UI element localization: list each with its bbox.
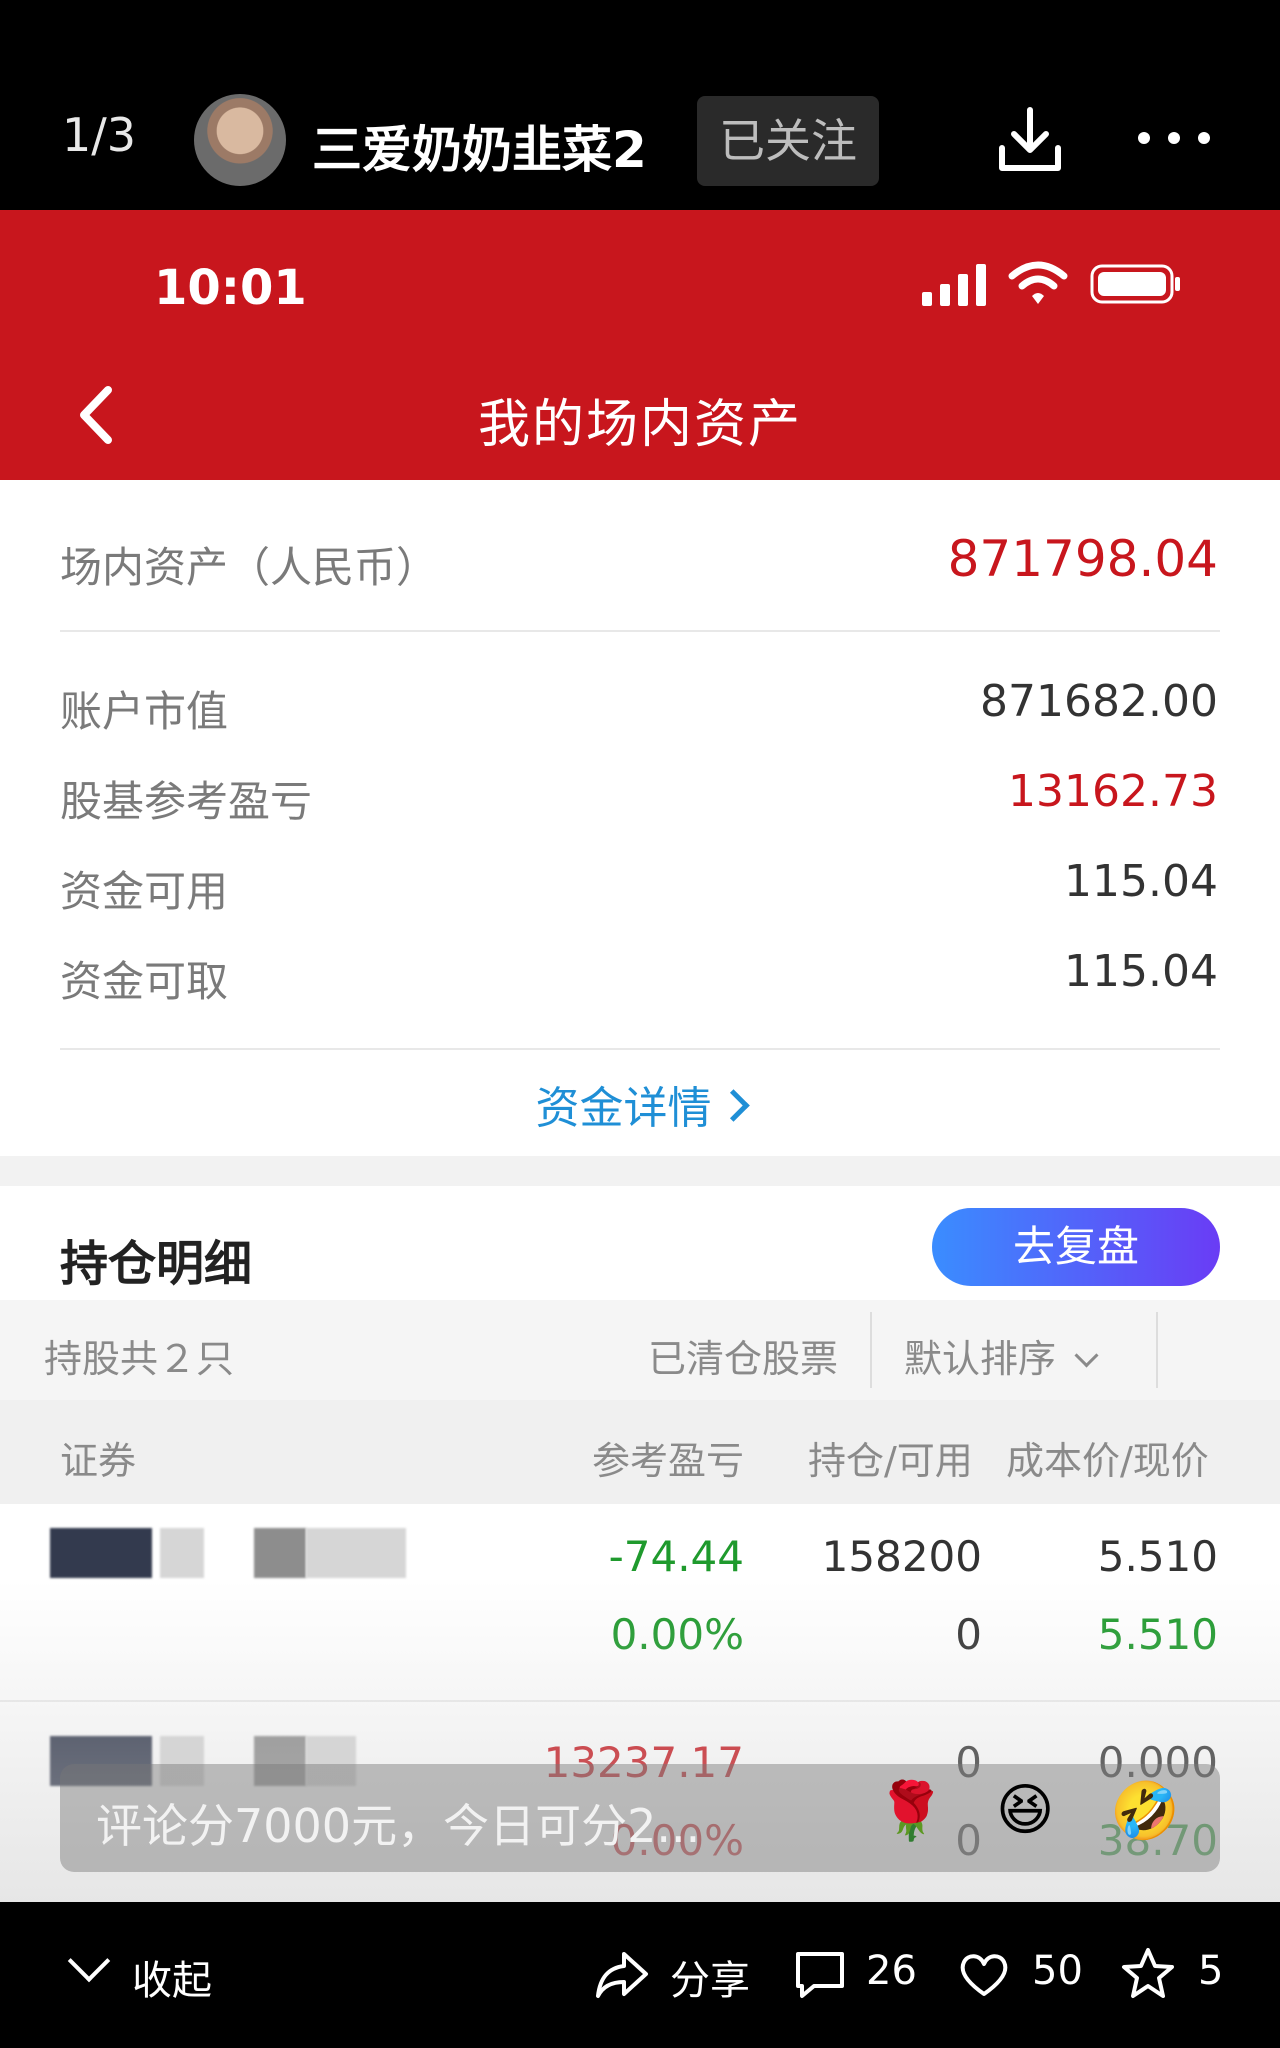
- cleared-stocks-tab[interactable]: 已清仓股票: [648, 1328, 838, 1383]
- app-header: 10:01 我的场内资产: [0, 210, 1280, 480]
- reference-pl-label: 股基参考盈亏: [60, 777, 313, 826]
- review-button[interactable]: 去复盘: [932, 1208, 1220, 1286]
- row-cost: 5.510: [1097, 1532, 1218, 1581]
- market-value-label: 账户市值: [60, 687, 229, 736]
- holdings-filter-bar: 持股共２只 已清仓股票 默认排序: [0, 1300, 1280, 1400]
- fund-details-link[interactable]: 资金详情: [0, 1072, 1280, 1136]
- sort-label: 默认排序: [904, 1337, 1057, 1381]
- available-funds-label: 资金可用: [60, 867, 229, 916]
- viewer-top-bar: 1/3 三爱奶奶韭菜2 已关注: [0, 0, 1280, 210]
- likes-count: 50: [1032, 1948, 1083, 1994]
- holdings-count: 持股共２只: [44, 1337, 235, 1381]
- redacted-stock-code: [254, 1528, 306, 1578]
- column-reference-pl: 参考盈亏: [592, 1439, 745, 1483]
- row-pl-percent: 0.00%: [610, 1610, 744, 1659]
- follow-button[interactable]: 已关注: [697, 96, 879, 186]
- withdrawable-funds-value: 115.04: [1064, 946, 1218, 997]
- row-divider: [0, 1700, 1280, 1702]
- row-available: 0: [955, 1610, 982, 1659]
- divider: [60, 630, 1220, 632]
- column-position-available: 持仓/可用: [808, 1439, 973, 1483]
- favorites-count: 5: [1198, 1948, 1224, 1994]
- more-options-icon[interactable]: [1134, 128, 1214, 150]
- author-name[interactable]: 三爱奶奶韭菜2: [312, 110, 647, 182]
- grin-emoji-icon: 😆: [996, 1778, 1055, 1843]
- download-icon[interactable]: [996, 104, 1064, 176]
- total-assets-value: 871798.04: [947, 530, 1218, 588]
- share-label: 分享: [670, 1958, 750, 2004]
- chevron-down-icon: [1074, 1343, 1099, 1368]
- status-time: 10:01: [154, 260, 307, 316]
- viewer-bottom-bar: 收起 分享 26 50 5: [0, 1902, 1280, 2048]
- chevron-right-icon: [716, 1089, 750, 1122]
- redacted-stock-name: [160, 1528, 204, 1578]
- column-cost-price: 成本价/现价: [1006, 1439, 1209, 1483]
- redacted-stock-code: [306, 1528, 406, 1578]
- comments-count: 26: [866, 1948, 917, 1994]
- row-price: 5.510: [1097, 1610, 1218, 1659]
- page-counter: 1/3: [62, 108, 137, 162]
- stock-app-screenshot: 10:01 我的场内资产 场内资产（人民币） 871798.04 账户市值 87…: [0, 210, 1280, 1902]
- reference-pl-value: 13162.73: [1008, 766, 1218, 817]
- fund-details-label: 资金详情: [535, 1083, 712, 1134]
- share-icon: [596, 1952, 648, 1998]
- comment-overlay[interactable]: 评论分7000元，今日可分2... 🌹 😆 🤣: [60, 1764, 1220, 1872]
- redacted-stock-name: [50, 1528, 152, 1578]
- sort-dropdown[interactable]: 默认排序: [904, 1328, 1099, 1383]
- chevron-down-icon: [67, 1939, 111, 1983]
- signal-icon: [922, 264, 986, 306]
- comment-icon: [796, 1952, 844, 1998]
- rose-icon: 🌹: [876, 1779, 946, 1844]
- author-avatar[interactable]: [194, 94, 286, 186]
- star-icon: [1122, 1948, 1174, 1998]
- row-pl: -74.44: [608, 1532, 744, 1581]
- divider: [60, 1048, 1220, 1050]
- heart-icon: [960, 1954, 1008, 1996]
- total-assets-label: 场内资产（人民币）: [60, 543, 439, 592]
- wifi-icon: [1008, 261, 1068, 304]
- withdrawable-funds-label: 资金可取: [60, 957, 229, 1006]
- laughing-crying-emoji-icon: 🤣: [1110, 1779, 1180, 1844]
- assets-summary-card: 场内资产（人民币） 871798.04 账户市值 871682.00 股基参考盈…: [0, 480, 1280, 1156]
- holdings-title: 持仓明细: [60, 1236, 253, 1292]
- battery-icon: [1090, 264, 1180, 304]
- comment-text: 评论分7000元，今日可分2...: [96, 1799, 701, 1853]
- separator: [1156, 1312, 1158, 1388]
- collapse-label: 收起: [132, 1958, 212, 2004]
- column-security: 证券: [60, 1439, 137, 1483]
- market-value: 871682.00: [980, 676, 1218, 727]
- page-title: 我的场内资产: [477, 395, 802, 455]
- separator: [870, 1312, 872, 1388]
- row-position: 158200: [821, 1532, 982, 1581]
- holdings-table-header: 证券 参考盈亏 持仓/可用 成本价/现价: [0, 1400, 1280, 1504]
- available-funds-value: 115.04: [1064, 856, 1218, 907]
